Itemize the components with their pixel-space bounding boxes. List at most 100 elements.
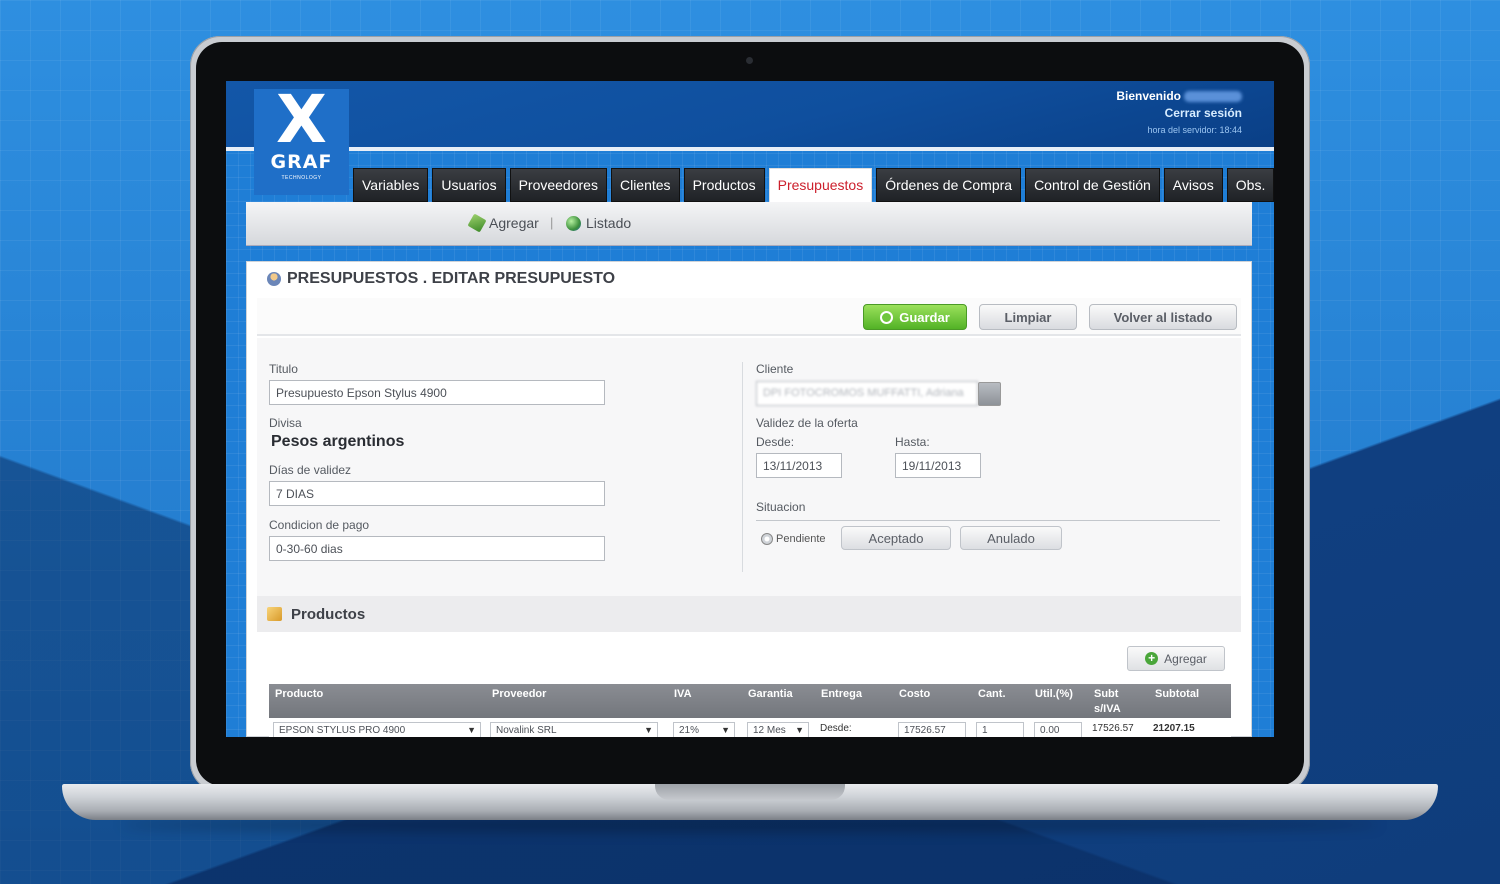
globe-icon: [566, 215, 581, 231]
col-util: Util.(%): [1035, 688, 1073, 700]
tab-clientes[interactable]: Clientes: [610, 168, 680, 202]
producto-select[interactable]: EPSON STYLUS PRO 4900 ▼: [273, 722, 481, 737]
col-subt-siva: Subt s/IVA: [1094, 688, 1121, 715]
products-table-header: Producto Proveedor IVA Garantia Entrega …: [269, 684, 1231, 718]
subnav-listado-label: Listado: [586, 215, 632, 231]
logo-technology: TECHNOLOGY: [281, 175, 322, 181]
budget-form: Titulo Presupuesto Epson Stylus 4900 Div…: [257, 338, 1241, 596]
situacion-divider: [756, 520, 1220, 521]
garantia-value: 12 Mes: [753, 725, 786, 736]
laptop-notch: [655, 784, 845, 800]
cliente-field[interactable]: DPI FOTOCROMOS MUFFATTI, Adriana: [756, 381, 978, 406]
subnav-listado[interactable]: Listado: [566, 215, 631, 231]
top-header: Bienvenido Cerrar sesión hora del servid…: [226, 81, 1274, 151]
dias-field[interactable]: 7 DIAS: [269, 481, 605, 506]
clear-button[interactable]: Limpiar: [979, 304, 1077, 330]
tab-usuarios[interactable]: Usuarios: [432, 168, 506, 202]
page-title-text: PRESUPUESTOS . EDITAR PRESUPUESTO: [287, 270, 616, 287]
hasta-label: Hasta:: [895, 435, 930, 449]
logout-link[interactable]: Cerrar sesión: [1116, 106, 1242, 120]
col-garantia: Garantia: [748, 688, 793, 700]
action-bar: Guardar Limpiar Volver al listado: [257, 298, 1241, 336]
tab-control-de-gestion[interactable]: Control de Gestión: [1025, 168, 1160, 202]
productos-title: Productos: [291, 606, 366, 623]
xgraf-logo[interactable]: X GRAF TECHNOLOGY: [254, 85, 349, 195]
col-producto: Producto: [275, 688, 324, 700]
pendiente-radio[interactable]: Pendiente: [761, 533, 826, 545]
validez-label: Validez de la oferta: [756, 416, 858, 430]
box-icon: [267, 607, 282, 621]
main-tabs: Variables Usuarios Proveedores Clientes …: [353, 168, 1274, 204]
save-label: Guardar: [899, 309, 950, 325]
condicion-field[interactable]: 0-30-60 dias: [269, 536, 605, 561]
cantidad-field[interactable]: 1: [976, 722, 1024, 737]
producto-value: EPSON STYLUS PRO 4900: [279, 725, 406, 736]
user-icon: [267, 272, 281, 286]
col-subtotal: Subtotal: [1155, 688, 1199, 700]
garantia-select[interactable]: 12 Mes ▼: [747, 722, 809, 737]
app-screen: Bienvenido Cerrar sesión hora del servid…: [226, 81, 1274, 737]
iva-value: 21%: [679, 725, 700, 736]
user-name-blurred: [1184, 91, 1242, 103]
laptop-shadow: [120, 818, 1380, 832]
welcome-line: Bienvenido: [1116, 89, 1242, 103]
col-iva: IVA: [674, 688, 692, 700]
costo-field[interactable]: 17526.57: [898, 722, 966, 737]
cliente-label: Cliente: [756, 362, 794, 376]
proveedor-value: Novalink SRL: [496, 725, 557, 736]
subtotal-value: 21207.15: [1153, 723, 1195, 734]
tab-avisos[interactable]: Avisos: [1163, 168, 1223, 202]
client-picker-button[interactable]: [978, 382, 1001, 406]
main-panel: PRESUPUESTOS . EDITAR PRESUPUESTO Guarda…: [246, 261, 1252, 737]
chevron-down-icon: ▼: [721, 725, 730, 735]
chevron-down-icon: ▼: [795, 725, 804, 735]
tab-presupuestos[interactable]: Presupuestos: [768, 168, 873, 204]
column-divider: [742, 362, 743, 572]
iva-select[interactable]: 21% ▼: [673, 722, 735, 737]
tab-productos[interactable]: Productos: [683, 168, 765, 202]
desde-label: Desde:: [756, 435, 795, 449]
subnav-separator: |: [550, 215, 554, 230]
col-costo: Costo: [899, 688, 931, 700]
col-proveedor: Proveedor: [492, 688, 547, 700]
camera-icon: [746, 57, 753, 64]
user-box: Bienvenido Cerrar sesión hora del servid…: [1116, 89, 1242, 135]
chevron-down-icon: ▼: [644, 725, 653, 735]
anulado-button[interactable]: Anulado: [960, 526, 1062, 550]
titulo-field[interactable]: Presupuesto Epson Stylus 4900: [269, 380, 605, 405]
subnav-agregar[interactable]: Agregar: [467, 213, 539, 233]
table-row: EPSON STYLUS PRO 4900 ▼ Novalink SRL ▼ 21%…: [269, 718, 1231, 737]
chevron-down-icon: ▼: [467, 725, 476, 735]
tab-variables[interactable]: Variables: [353, 168, 429, 202]
back-to-list-button[interactable]: Volver al listado: [1089, 304, 1237, 330]
welcome-text: Bienvenido: [1116, 89, 1181, 103]
entrega-desde-label: Desde:: [820, 723, 852, 734]
tab-ordenes-de-compra[interactable]: Órdenes de Compra: [876, 168, 1022, 202]
pendiente-label: Pendiente: [776, 533, 826, 545]
col-entrega: Entrega: [821, 688, 862, 700]
productos-section-header: Productos: [257, 596, 1241, 632]
titulo-label: Titulo: [269, 362, 298, 376]
logo-graf: GRAF: [270, 151, 333, 173]
desde-date-field[interactable]: 13/11/2013: [756, 453, 842, 478]
tab-obs[interactable]: Obs.: [1226, 168, 1274, 202]
proveedor-select[interactable]: Novalink SRL ▼: [490, 722, 658, 737]
hasta-date-field[interactable]: 19/11/2013: [895, 453, 981, 478]
subnav-agregar-label: Agregar: [489, 215, 539, 231]
sub-navigation: Agregar | Listado: [246, 202, 1252, 246]
tab-proveedores[interactable]: Proveedores: [509, 168, 607, 202]
add-product-button[interactable]: + Agregar: [1127, 646, 1225, 671]
situacion-label: Situacion: [756, 500, 806, 514]
add-product-label: Agregar: [1164, 651, 1207, 666]
server-time: hora del servidor: 18:44: [1147, 125, 1242, 135]
dias-label: Días de validez: [269, 463, 352, 477]
page-title: PRESUPUESTOS . EDITAR PRESUPUESTO: [267, 270, 615, 288]
utilidad-field[interactable]: 0.00: [1034, 722, 1082, 737]
col-cant: Cant.: [978, 688, 1006, 700]
divisa-label: Divisa: [269, 416, 302, 430]
radio-icon: [761, 533, 773, 545]
check-icon: [880, 310, 894, 324]
aceptado-button[interactable]: Aceptado: [841, 526, 951, 550]
logo-x: X: [276, 81, 327, 158]
save-button[interactable]: Guardar: [863, 304, 967, 330]
